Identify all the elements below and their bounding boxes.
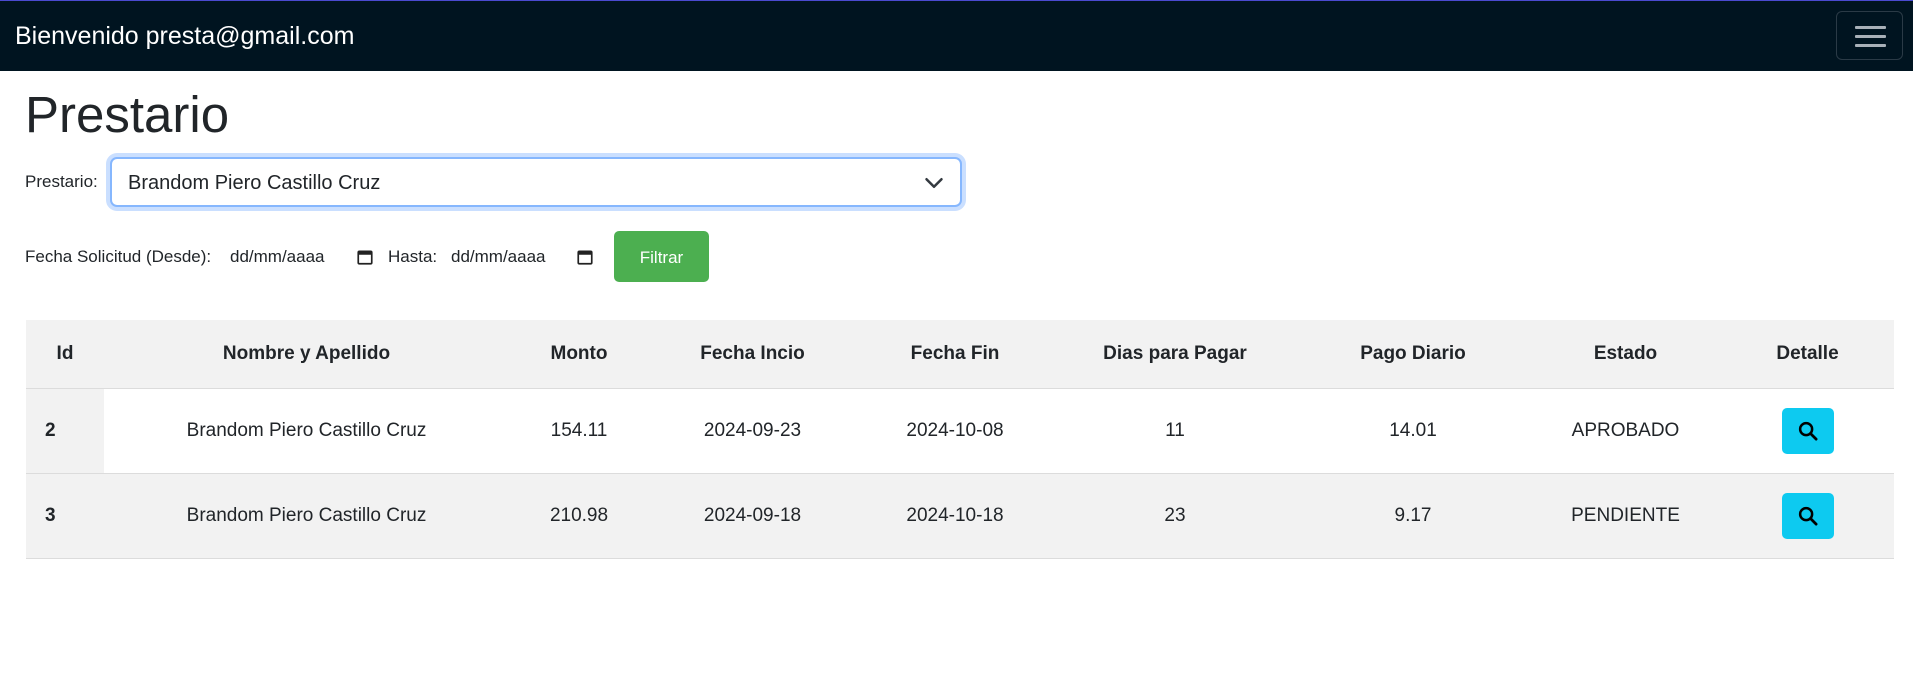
chevron-down-icon (925, 178, 943, 188)
table-row: 3 Brandom Piero Castillo Cruz 210.98 202… (26, 473, 1894, 559)
menu-toggle-button[interactable] (1836, 11, 1903, 60)
table-row: 2 Brandom Piero Castillo Cruz 154.11 202… (26, 388, 1894, 474)
cell-fecha-fin: 2024-10-08 (856, 388, 1054, 474)
cell-id: 2 (26, 388, 104, 474)
prestario-select-value: Brandom Piero Castillo Cruz (128, 172, 381, 194)
calendar-icon[interactable] (576, 248, 594, 266)
welcome-text: Bienvenido presta@gmail.com (15, 22, 355, 50)
search-icon (1798, 421, 1817, 441)
cell-detalle (1721, 473, 1894, 559)
hasta-value: dd/mm/aaaa (451, 247, 546, 266)
hasta-label: Hasta: (388, 247, 438, 266)
prestario-label: Prestario: (25, 172, 98, 191)
cell-fecha-inicio: 2024-09-23 (649, 388, 856, 474)
column-header-nombre: Nombre y Apellido (104, 320, 509, 389)
top-navbar: Bienvenido presta@gmail.com (0, 0, 1913, 71)
fecha-desde-input[interactable]: dd/mm/aaaa (230, 244, 374, 270)
calendar-icon[interactable] (356, 248, 374, 266)
detail-button[interactable] (1781, 408, 1834, 454)
column-header-fecha-inicio: Fecha Incio (649, 320, 856, 389)
fecha-desde-value: dd/mm/aaaa (230, 247, 325, 266)
loans-table: Id Nombre y Apellido Monto Fecha Incio F… (26, 320, 1894, 559)
cell-pago-diario: 9.17 (1296, 473, 1530, 559)
cell-nombre: Brandom Piero Castillo Cruz (104, 388, 509, 474)
prestario-select[interactable]: Brandom Piero Castillo Cruz (110, 157, 962, 207)
column-header-id: Id (26, 320, 104, 389)
column-header-detalle: Detalle (1721, 320, 1894, 389)
cell-nombre: Brandom Piero Castillo Cruz (104, 473, 509, 559)
cell-estado: PENDIENTE (1530, 473, 1721, 559)
column-header-monto: Monto (509, 320, 649, 389)
cell-dias: 11 (1054, 388, 1296, 474)
cell-detalle (1721, 388, 1894, 474)
cell-estado: APROBADO (1530, 388, 1721, 474)
table-header-row: Id Nombre y Apellido Monto Fecha Incio F… (26, 320, 1894, 389)
hasta-input[interactable]: dd/mm/aaaa (451, 244, 597, 270)
column-header-pago-diario: Pago Diario (1296, 320, 1530, 389)
column-header-dias: Dias para Pagar (1054, 320, 1296, 389)
fecha-desde-label: Fecha Solicitud (Desde): (25, 247, 212, 266)
cell-pago-diario: 14.01 (1296, 388, 1530, 474)
cell-monto: 210.98 (509, 473, 649, 559)
column-header-estado: Estado (1530, 320, 1721, 389)
cell-fecha-inicio: 2024-09-18 (649, 473, 856, 559)
page-title: Prestario (25, 86, 230, 143)
cell-monto: 154.11 (509, 388, 649, 474)
detail-button[interactable] (1781, 493, 1834, 539)
cell-id: 3 (26, 473, 104, 559)
column-header-fecha-fin: Fecha Fin (856, 320, 1054, 389)
search-icon (1798, 506, 1817, 526)
cell-dias: 23 (1054, 473, 1296, 559)
filter-button[interactable]: Filtrar (614, 231, 709, 282)
cell-fecha-fin: 2024-10-18 (856, 473, 1054, 559)
